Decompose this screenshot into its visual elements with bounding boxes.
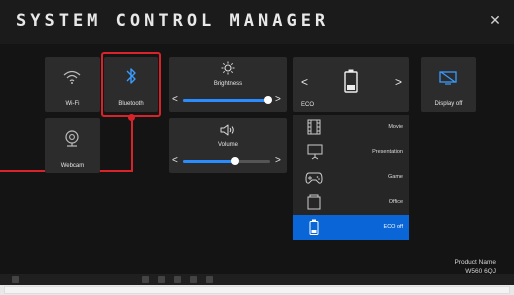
eco-mode-list: Movie Presentation Game Office ECO off: [293, 115, 409, 240]
taskbar-app-icon[interactable]: [142, 276, 149, 283]
webcam-label: Webcam: [60, 163, 85, 169]
battery-icon: [344, 69, 358, 93]
bottom-bar: [4, 286, 510, 294]
eco-label: ECO: [301, 102, 315, 108]
volume-slider-handle[interactable]: [231, 157, 240, 165]
volume-decrease-button[interactable]: <: [172, 155, 178, 166]
wifi-label: Wi-Fi: [65, 101, 80, 107]
app-title: SYSTEM CONTROL MANAGER: [16, 11, 330, 31]
volume-control: Volume < >: [169, 118, 287, 173]
volume-label: Volume: [217, 142, 238, 148]
battery-icon: [309, 219, 319, 235]
close-button[interactable]: ✕: [487, 12, 503, 28]
gamepad-icon: [305, 172, 323, 184]
brightness-slider-fill: [183, 99, 269, 102]
mode-label-movie: Movie: [388, 124, 403, 130]
taskbar: [0, 274, 514, 285]
film-icon: [307, 119, 321, 135]
eco-prev-button[interactable]: <: [301, 75, 308, 89]
mode-item-eco-off[interactable]: ECO off: [293, 215, 409, 240]
brightness-increase-button[interactable]: >: [275, 94, 281, 105]
sun-icon: [221, 61, 235, 75]
taskbar-app-icon[interactable]: [190, 276, 197, 283]
taskbar-app-icon[interactable]: [206, 276, 213, 283]
volume-increase-button[interactable]: >: [275, 155, 281, 166]
callout-dot: [128, 114, 135, 121]
brightness-control: Brightness < >: [169, 57, 287, 112]
display-off-button[interactable]: Display off: [421, 57, 476, 112]
mode-item-presentation[interactable]: Presentation: [293, 140, 409, 165]
brightness-label: Brightness: [213, 81, 243, 87]
eco-mode-selector: < > ECO: [293, 57, 409, 112]
mode-label-eco-off: ECO off: [383, 224, 403, 230]
start-icon[interactable]: [12, 276, 19, 283]
brightness-slider[interactable]: [183, 96, 273, 104]
office-icon: [307, 194, 321, 210]
brightness-decrease-button[interactable]: <: [172, 94, 178, 105]
taskbar-app-icon[interactable]: [158, 276, 165, 283]
wifi-toggle[interactable]: Wi-Fi: [45, 57, 100, 112]
presentation-icon: [307, 144, 323, 160]
speaker-icon: [220, 124, 234, 136]
callout-line-vertical: [131, 117, 133, 172]
mode-label-presentation: Presentation: [372, 149, 403, 155]
brightness-slider-handle[interactable]: [264, 96, 273, 104]
wifi-icon: [63, 70, 81, 84]
display-off-label: Display off: [434, 101, 463, 107]
product-name-label: Product Name: [454, 259, 496, 266]
title-bar: SYSTEM CONTROL MANAGER ✕: [0, 0, 514, 44]
webcam-icon: [65, 130, 79, 147]
eco-next-button[interactable]: >: [395, 75, 402, 89]
mode-item-game[interactable]: Game: [293, 165, 409, 190]
volume-slider-fill: [183, 160, 236, 163]
volume-slider[interactable]: [183, 157, 270, 165]
system-control-manager-window: SYSTEM CONTROL MANAGER ✕ Wi-Fi Bluetooth…: [0, 0, 514, 285]
webcam-toggle[interactable]: Webcam: [45, 118, 100, 173]
display-off-icon: [439, 71, 457, 85]
bluetooth-highlight-frame: [101, 52, 161, 117]
mode-label-game: Game: [388, 174, 403, 180]
mode-label-office: Office: [388, 199, 403, 205]
mode-item-office[interactable]: Office: [293, 190, 409, 215]
taskbar-folder-icon[interactable]: [174, 276, 181, 283]
mode-item-movie[interactable]: Movie: [293, 115, 409, 140]
